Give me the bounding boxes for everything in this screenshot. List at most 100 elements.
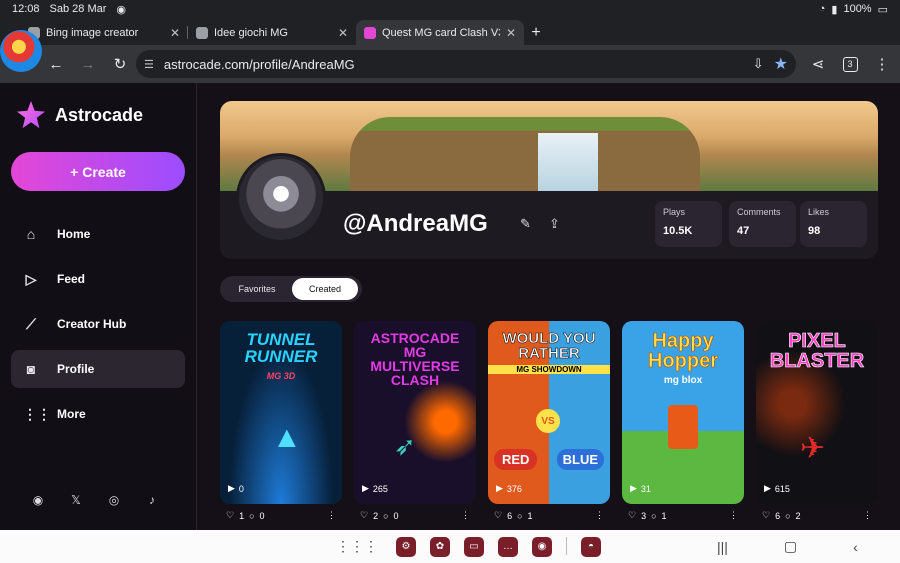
camera-app-icon[interactable]: ◉ — [532, 536, 552, 557]
game-card[interactable]: PIXEL BLASTER ✈ ▶ 615 ♡ 6 ○ 2 ⋮ — [756, 321, 878, 530]
close-tab-icon[interactable]: ✕ — [506, 26, 516, 40]
files-app-icon[interactable]: ▭ — [464, 536, 484, 557]
wifi-icon: ◔ — [818, 3, 826, 15]
comment-icon[interactable]: ○ — [651, 511, 656, 521]
reload-icon[interactable]: ↻ — [104, 48, 136, 80]
stat-label: Likes — [808, 207, 830, 217]
heart-icon[interactable]: ♡ — [226, 510, 234, 521]
tab-created[interactable]: Created — [292, 278, 358, 300]
url-text[interactable]: astrocade.com/profile/AndreaMG — [164, 57, 743, 72]
game-thumbnail[interactable]: WOULD YOU RATHER MG SHOWDOWN VS RED BLUE… — [488, 321, 610, 504]
stat-likes: Likes 98 — [800, 201, 867, 247]
heart-icon[interactable]: ♡ — [494, 510, 502, 521]
play-icon: ▶ — [496, 483, 503, 493]
play-icon: ▶ — [630, 483, 637, 493]
sidebar-item-more[interactable]: ⋮⋮ More — [11, 395, 185, 433]
create-button[interactable]: + Create — [11, 152, 185, 191]
new-tab-button[interactable]: + — [524, 20, 548, 45]
tab-title: Quest MG card Clash V3 — [382, 26, 500, 39]
sidebar-item-label: Creator Hub — [57, 317, 127, 331]
comment-icon[interactable]: ○ — [785, 511, 790, 521]
spaceship-graphic-icon: ✈ — [800, 432, 826, 465]
sidebar-item-label: Feed — [57, 272, 86, 286]
option-blue: BLUE — [556, 449, 604, 470]
forward-arrow-icon[interactable]: → — [72, 48, 104, 80]
menu-kebab-icon[interactable]: ⋮ — [866, 48, 898, 80]
back-button[interactable]: ‹ — [853, 539, 858, 555]
character-graphic — [668, 405, 698, 449]
game-thumbnail[interactable]: TUNNEL RUNNER MG 3D ▲ ▶ 0 — [220, 321, 342, 504]
more-options-icon[interactable]: ⋮ — [327, 510, 336, 521]
home-button[interactable]: ▢ — [784, 538, 797, 555]
site-settings-icon[interactable]: ☰ — [144, 58, 154, 71]
arrow-graphic-icon: ▲ — [272, 421, 302, 454]
play-count: ▶ 31 — [630, 483, 651, 494]
more-options-icon[interactable]: ⋮ — [863, 510, 872, 521]
chart-icon: ⟋ — [26, 315, 36, 332]
install-app-icon[interactable]: ⇩ — [753, 56, 764, 72]
chatgpt-favicon-icon — [196, 26, 208, 39]
sidebar: Astrocade + Create ⌂ Home ▷ Feed ⟋ Creat… — [0, 83, 197, 530]
discord-app-icon[interactable]: ◓ — [581, 536, 601, 557]
recents-button[interactable]: ||| — [717, 539, 728, 555]
game-card[interactable]: ASTROCADE MG MULTIVERSE CLASH ➶ ▶ 265 ♡ 2 … — [354, 321, 476, 530]
discord-icon[interactable]: ◉ — [31, 493, 45, 507]
brand-name: Astrocade — [55, 104, 144, 125]
heart-icon[interactable]: ♡ — [628, 510, 636, 521]
profile-header-card: @AndreaMG ✎ ⇪ Plays 10.5K Comments 47 Li… — [220, 101, 878, 259]
bookmark-star-icon[interactable]: ★ — [774, 54, 788, 74]
profile-handle: @AndreaMG — [343, 210, 488, 237]
share-icon[interactable]: ⋖ — [802, 48, 834, 80]
battery-level: 100% — [843, 3, 872, 15]
game-title: TUNNEL RUNNER — [244, 330, 318, 366]
play-icon: ▶ — [228, 483, 235, 493]
game-subtitle: mg blox — [663, 375, 703, 386]
more-options-icon[interactable]: ⋮ — [461, 510, 470, 521]
messages-app-icon[interactable]: … — [498, 536, 518, 557]
tab-idee-giochi[interactable]: Idee giochi MG ✕ — [188, 20, 356, 45]
user-avatar[interactable] — [0, 30, 42, 72]
game-thumbnail[interactable]: ASTROCADE MG MULTIVERSE CLASH ➶ ▶ 265 — [354, 321, 476, 504]
game-meta: ♡ 1 ○ 0 ⋮ — [226, 510, 336, 521]
more-options-icon[interactable]: ⋮ — [595, 510, 604, 521]
game-card[interactable]: Happy Hopper mg blox ▶ 31 ♡ 3 ○ 1 ⋮ — [622, 321, 744, 530]
play-icon: ▷ — [25, 270, 37, 287]
edit-pencil-icon[interactable]: ✎ — [520, 216, 531, 232]
game-thumbnail[interactable]: PIXEL BLASTER ✈ ▶ 615 — [756, 321, 878, 504]
sidebar-item-profile[interactable]: ◙ Profile — [11, 350, 185, 388]
share-upload-icon[interactable]: ⇪ — [549, 216, 560, 232]
comment-icon[interactable]: ○ — [517, 511, 522, 521]
rocket-graphic-icon: ➶ — [394, 431, 416, 461]
more-options-icon[interactable]: ⋮ — [729, 510, 738, 521]
astrocade-logo[interactable]: Astrocade — [17, 101, 143, 129]
back-arrow-icon[interactable]: ← — [40, 48, 72, 80]
tab-quest-mg-card-clash[interactable]: Quest MG card Clash V3 ✕ — [356, 20, 524, 45]
sidebar-item-creator-hub[interactable]: ⟋ Creator Hub — [11, 305, 185, 343]
x-icon[interactable]: 𝕏 — [69, 493, 83, 507]
game-title: Happy Hopper — [648, 330, 719, 372]
tiktok-icon[interactable]: ♪ — [145, 493, 159, 507]
profile-avatar[interactable] — [236, 153, 326, 243]
instagram-icon[interactable]: ◎ — [107, 493, 121, 507]
sidebar-item-feed[interactable]: ▷ Feed — [11, 260, 185, 298]
comment-icon[interactable]: ○ — [383, 511, 388, 521]
game-card[interactable]: TUNNEL RUNNER MG 3D ▲ ▶ 0 ♡ 1 ○ 0 ⋮ — [220, 321, 342, 530]
tab-bing-image-creator[interactable]: Bing image creator ✕ — [20, 20, 188, 45]
comment-icon[interactable]: ○ — [249, 511, 254, 521]
heart-icon[interactable]: ♡ — [762, 510, 770, 521]
tab-favorites[interactable]: Favorites — [222, 278, 292, 300]
clock: 12:08 — [12, 3, 40, 15]
game-thumbnail[interactable]: Happy Hopper mg blox ▶ 31 — [622, 321, 744, 504]
settings-app-icon[interactable]: ⚙ — [396, 536, 416, 557]
game-title: PIXEL BLASTER — [769, 330, 865, 372]
close-tab-icon[interactable]: ✕ — [338, 26, 348, 40]
tab-switcher-button[interactable]: 3 — [834, 48, 866, 80]
discord-notification-icon: ◉ — [116, 3, 127, 16]
game-card[interactable]: WOULD YOU RATHER MG SHOWDOWN VS RED BLUE… — [488, 321, 610, 530]
heart-icon[interactable]: ♡ — [360, 510, 368, 521]
sidebar-item-home[interactable]: ⌂ Home — [11, 215, 185, 253]
app-drawer-icon[interactable]: ⋮⋮⋮ — [336, 538, 378, 555]
address-bar[interactable]: ☰ astrocade.com/profile/AndreaMG ⇩ ★ — [136, 50, 796, 78]
gallery-app-icon[interactable]: ✿ — [430, 536, 450, 557]
close-tab-icon[interactable]: ✕ — [170, 26, 180, 40]
